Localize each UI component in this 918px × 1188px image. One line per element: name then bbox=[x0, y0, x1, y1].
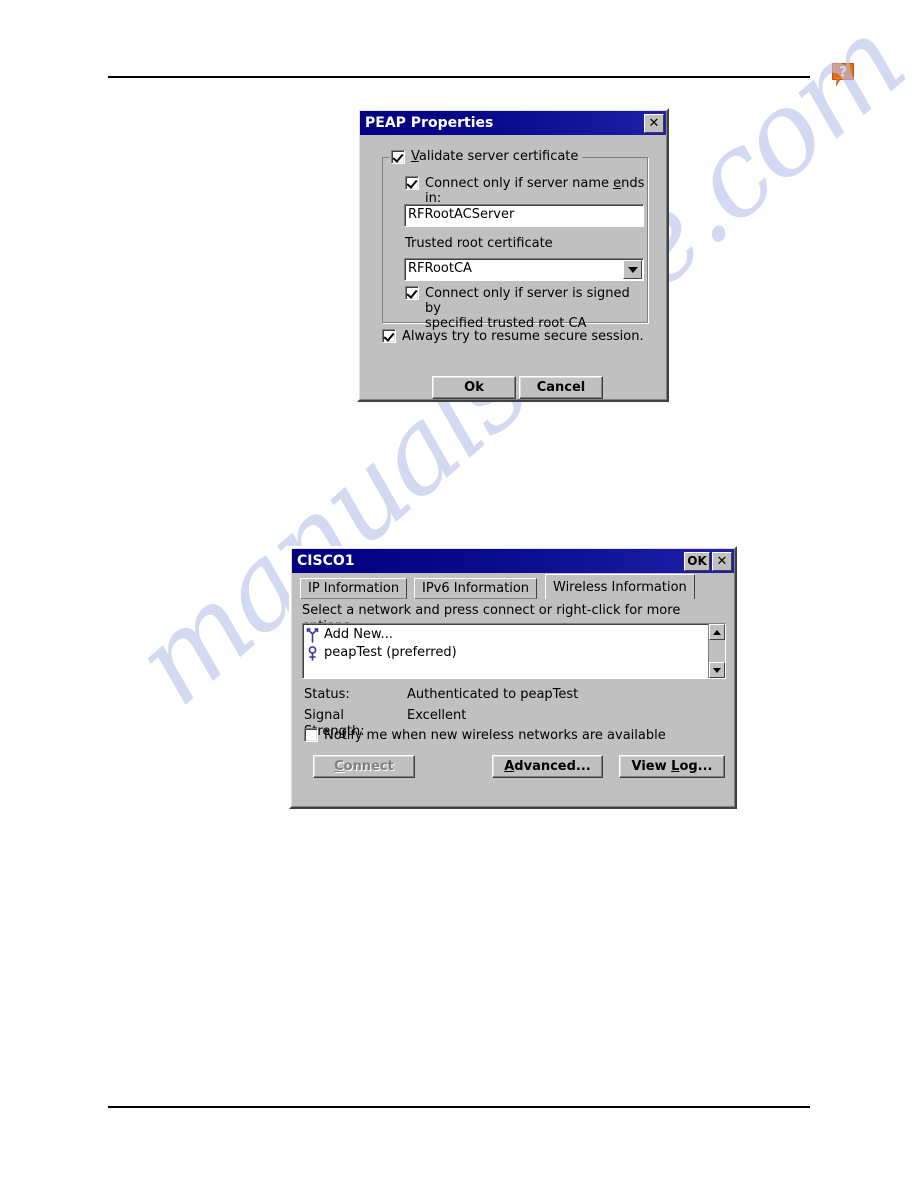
validate-server-certificate-legend: Validate server certificate bbox=[389, 149, 583, 164]
server-name-ends-in-label: Connect only if server name ends in: bbox=[425, 176, 647, 206]
chevron-down-icon[interactable] bbox=[623, 260, 642, 279]
connect-button[interactable]: Connect bbox=[313, 755, 415, 778]
signed-by-trusted-root-checkbox[interactable] bbox=[405, 286, 419, 300]
advanced-button[interactable]: Advanced... bbox=[492, 755, 603, 778]
page-header-rule bbox=[108, 76, 810, 78]
trusted-root-certificate-label: Trusted root certificate bbox=[405, 236, 553, 251]
server-name-input[interactable]: RFRootACServer bbox=[404, 204, 644, 227]
viewlog-label-post: og... bbox=[679, 759, 713, 774]
peap-title-text: PEAP Properties bbox=[365, 115, 494, 131]
peap-properties-dialog: PEAP Properties ✕ Validate server certif… bbox=[357, 108, 669, 402]
network-list-items: Add New... peapTest (preferred) bbox=[303, 624, 708, 678]
resume-secure-session-checkbox[interactable] bbox=[382, 329, 396, 343]
scroll-up-button[interactable] bbox=[709, 624, 725, 640]
connect-label-rest: onnect bbox=[343, 759, 394, 774]
connect-accel-letter: C bbox=[334, 759, 344, 774]
list-item-label: peapTest (preferred) bbox=[324, 645, 457, 660]
cisco1-close-button[interactable]: ✕ bbox=[712, 551, 732, 571]
tab-ip-information[interactable]: IP Information bbox=[300, 578, 408, 599]
signed-by-line1: Connect only if server is signed by bbox=[425, 286, 630, 316]
list-item[interactable]: peapTest (preferred) bbox=[306, 644, 708, 662]
page-footer-rule bbox=[108, 1106, 810, 1108]
resume-secure-session-label: Always try to resume secure session. bbox=[402, 329, 644, 344]
notify-new-networks-row: Notify me when new wireless networks are… bbox=[304, 728, 666, 743]
scroll-down-button[interactable] bbox=[709, 662, 725, 678]
validate-accel-letter: V bbox=[411, 149, 419, 164]
tab-wireless-information[interactable]: Wireless Information bbox=[545, 574, 695, 599]
server-name-ends-in-checkbox[interactable] bbox=[405, 176, 419, 190]
status-row: Status: Authenticated to peapTest bbox=[304, 687, 578, 703]
notify-new-networks-label: Notify me when new wireless networks are… bbox=[324, 728, 666, 743]
antenna-preferred-icon bbox=[306, 645, 319, 661]
validate-server-certificate-checkbox[interactable] bbox=[391, 149, 405, 164]
peap-close-button[interactable]: ✕ bbox=[644, 113, 664, 133]
advanced-accel-letter: A bbox=[504, 759, 515, 774]
resume-secure-session-row: Always try to resume secure session. bbox=[382, 329, 644, 344]
cisco1-ok-titlebar-button[interactable]: OK bbox=[684, 551, 710, 571]
peap-ok-button[interactable]: Ok bbox=[432, 376, 516, 399]
network-list-scrollbar[interactable] bbox=[708, 624, 725, 678]
trusted-root-certificate-select[interactable]: RFRootCA bbox=[404, 258, 644, 281]
tab-ipv6-information[interactable]: IPv6 Information bbox=[414, 578, 538, 599]
validate-server-certificate-label: Validate server certificate bbox=[411, 149, 578, 164]
viewlog-label-pre: View bbox=[631, 759, 672, 774]
antenna-add-icon bbox=[306, 627, 319, 643]
cisco1-dialog: CISCO1 OK ✕ IP Information IPv6 Informat… bbox=[289, 546, 737, 809]
signed-by-trusted-root-label: Connect only if server is signed by spec… bbox=[425, 286, 643, 331]
status-value: Authenticated to peapTest bbox=[407, 687, 579, 702]
validate-label-rest: alidate server certificate bbox=[418, 149, 579, 164]
server-name-accel-letter: e bbox=[613, 176, 622, 191]
cisco1-title-text: CISCO1 bbox=[297, 553, 355, 569]
trusted-root-certificate-value: RFRootCA bbox=[408, 261, 472, 276]
server-name-label-pre: Connect only if server name bbox=[425, 176, 614, 191]
cisco1-tabstrip: IP Information IPv6 Information Wireless… bbox=[292, 573, 734, 599]
notify-new-networks-checkbox[interactable] bbox=[304, 728, 318, 742]
server-name-check-row: Connect only if server name ends in: bbox=[405, 176, 647, 206]
status-label: Status: bbox=[304, 687, 350, 702]
signed-by-check-row: Connect only if server is signed by spec… bbox=[405, 286, 643, 331]
scrollbar-track[interactable] bbox=[709, 640, 725, 662]
peap-titlebar[interactable]: PEAP Properties ✕ bbox=[360, 111, 666, 135]
cisco1-titlebar[interactable]: CISCO1 OK ✕ bbox=[292, 549, 734, 573]
view-log-button[interactable]: View Log... bbox=[619, 755, 725, 778]
validate-server-certificate-group: Validate server certificate Connect only… bbox=[382, 149, 648, 331]
peap-cancel-button[interactable]: Cancel bbox=[519, 376, 603, 399]
network-listbox[interactable]: Add New... peapTest (preferred) bbox=[302, 623, 726, 679]
svg-text:?: ? bbox=[839, 65, 847, 81]
list-item-label: Add New... bbox=[324, 627, 393, 642]
list-item[interactable]: Add New... bbox=[306, 626, 708, 644]
help-question-bubble-icon[interactable]: ? bbox=[830, 62, 856, 88]
advanced-label-rest: dvanced... bbox=[514, 759, 591, 774]
